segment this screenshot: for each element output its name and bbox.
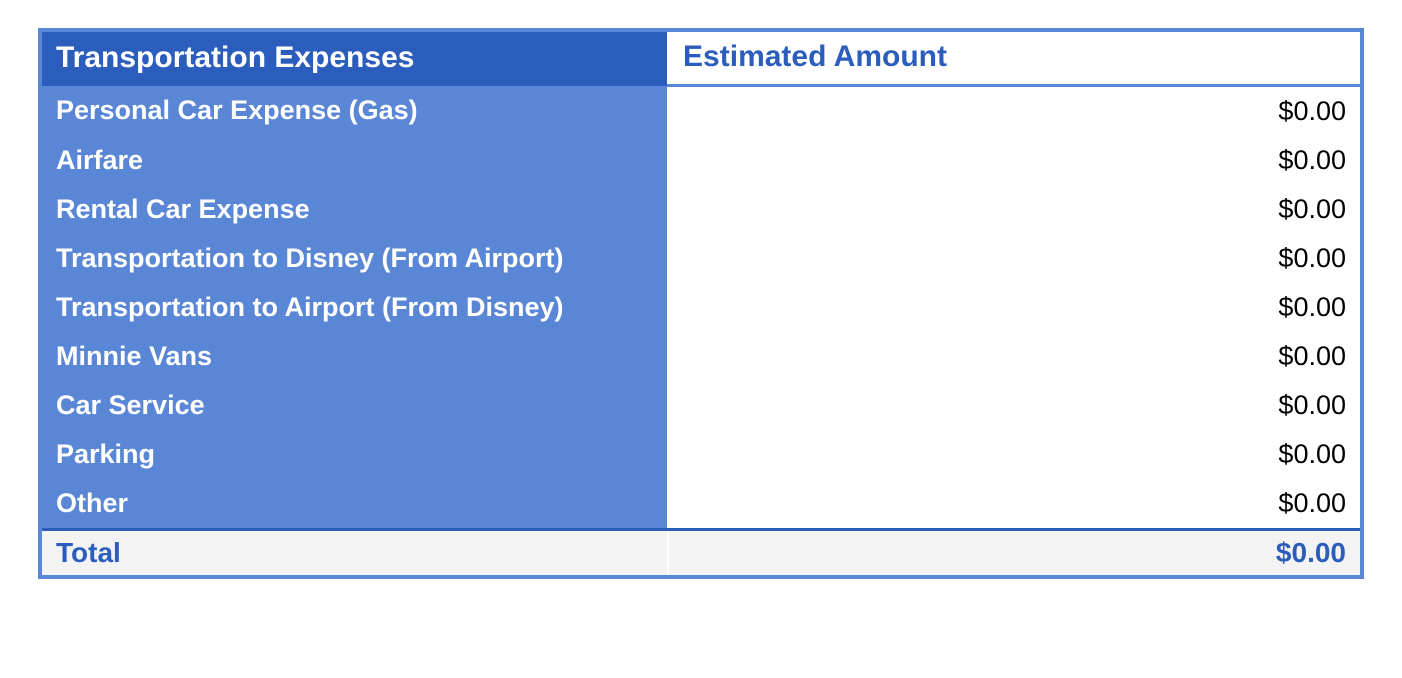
expense-label: Other: [42, 479, 668, 530]
table-body: Personal Car Expense (Gas) $0.00 Airfare…: [42, 86, 1360, 530]
expense-label: Car Service: [42, 381, 668, 430]
expense-amount: $0.00: [668, 479, 1360, 530]
expense-label: Personal Car Expense (Gas): [42, 86, 668, 137]
expense-label: Transportation to Airport (From Disney): [42, 283, 668, 332]
table-row: Other $0.00: [42, 479, 1360, 530]
total-label: Total: [42, 530, 668, 576]
expense-amount: $0.00: [668, 136, 1360, 185]
table-row: Car Service $0.00: [42, 381, 1360, 430]
expenses-table: Transportation Expenses Estimated Amount…: [42, 32, 1360, 575]
table-row: Parking $0.00: [42, 430, 1360, 479]
table-row: Minnie Vans $0.00: [42, 332, 1360, 381]
expense-amount: $0.00: [668, 86, 1360, 137]
expense-amount: $0.00: [668, 430, 1360, 479]
total-row: Total $0.00: [42, 530, 1360, 576]
table-row: Rental Car Expense $0.00: [42, 185, 1360, 234]
expense-amount: $0.00: [668, 283, 1360, 332]
table-row: Transportation to Disney (From Airport) …: [42, 234, 1360, 283]
total-amount: $0.00: [668, 530, 1360, 576]
expense-amount: $0.00: [668, 332, 1360, 381]
header-amount-label: Estimated Amount: [668, 32, 1360, 86]
table-row: Transportation to Airport (From Disney) …: [42, 283, 1360, 332]
table-row: Personal Car Expense (Gas) $0.00: [42, 86, 1360, 137]
expense-label: Airfare: [42, 136, 668, 185]
table-row: Airfare $0.00: [42, 136, 1360, 185]
expenses-table-wrapper: Transportation Expenses Estimated Amount…: [38, 28, 1364, 579]
expense-amount: $0.00: [668, 185, 1360, 234]
expense-label: Transportation to Disney (From Airport): [42, 234, 668, 283]
table-header-row: Transportation Expenses Estimated Amount: [42, 32, 1360, 86]
expense-amount: $0.00: [668, 381, 1360, 430]
expense-amount: $0.00: [668, 234, 1360, 283]
expense-label: Rental Car Expense: [42, 185, 668, 234]
expense-label: Parking: [42, 430, 668, 479]
expense-label: Minnie Vans: [42, 332, 668, 381]
header-expenses-label: Transportation Expenses: [42, 32, 668, 86]
